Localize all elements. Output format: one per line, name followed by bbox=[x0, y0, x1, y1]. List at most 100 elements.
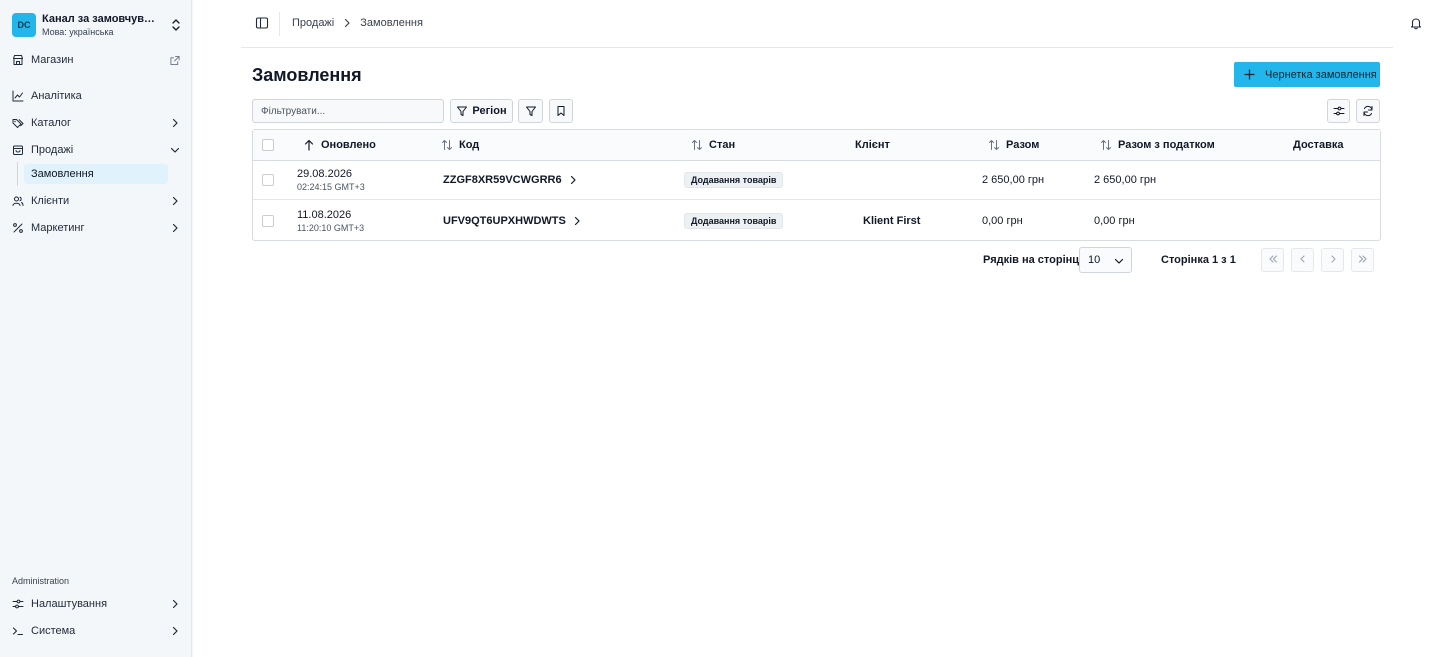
tags-icon bbox=[12, 117, 24, 129]
row-checkbox[interactable] bbox=[262, 174, 274, 186]
page-title: Замовлення bbox=[252, 65, 362, 85]
column-label: Разом з податком bbox=[1118, 139, 1215, 151]
settings-sliders-icon bbox=[12, 598, 24, 610]
filter-input[interactable] bbox=[252, 99, 444, 123]
chevron-right-icon bbox=[343, 18, 351, 28]
subnav-divider bbox=[17, 162, 18, 186]
chevron-right-icon bbox=[170, 626, 180, 636]
sidebar-item-label: Магазин bbox=[31, 54, 74, 66]
total-tax-cell: 0,00 грн bbox=[1094, 214, 1135, 227]
table-row[interactable]: 29.08.2026 02:24:15 GMT+3 ZZGF8XR59VCWGR… bbox=[253, 161, 1380, 200]
previous-page-button[interactable] bbox=[1291, 248, 1314, 272]
chevron-right-icon bbox=[170, 118, 180, 128]
chevron-left-icon bbox=[1298, 254, 1308, 267]
region-filter-label: Регіон bbox=[472, 105, 507, 117]
orders-table: Оновлено Код Стан Клієнт Разом Разом з п… bbox=[252, 129, 1381, 241]
bell-icon[interactable] bbox=[1409, 16, 1423, 30]
select-all-checkbox[interactable] bbox=[262, 139, 274, 151]
chevron-right-icon bbox=[568, 175, 578, 185]
refresh-button[interactable] bbox=[1356, 99, 1380, 123]
column-label: Оновлено bbox=[321, 139, 376, 151]
filter-icon bbox=[525, 105, 537, 117]
external-link-icon bbox=[170, 55, 180, 65]
sidebar-item-sales[interactable]: Продажі bbox=[12, 140, 180, 160]
chevron-down-icon bbox=[1114, 256, 1124, 266]
filter-icon bbox=[456, 105, 468, 117]
draft-order-label: Чернетка замовлення bbox=[1265, 68, 1377, 81]
column-total[interactable]: Разом bbox=[988, 130, 1039, 160]
channel-switcher[interactable]: DC Канал за замовчуван... Мова: українсь… bbox=[12, 12, 182, 38]
select-all-cell bbox=[262, 130, 274, 160]
customer-cell[interactable]: Klient First bbox=[863, 201, 920, 240]
region-filter-button[interactable]: Регіон bbox=[450, 99, 513, 123]
top-bar: Продажі Замовлення bbox=[241, 0, 1422, 48]
chevrons-right-icon bbox=[1358, 254, 1368, 267]
rows-per-page-select[interactable]: 10 bbox=[1079, 247, 1132, 273]
breadcrumb: Продажі Замовлення bbox=[292, 17, 423, 29]
column-updated[interactable]: Оновлено bbox=[303, 130, 376, 160]
channel-avatar: DC bbox=[12, 13, 36, 37]
sidebar-item-label: Продажі bbox=[31, 144, 74, 156]
sidebar-item-label: Маркетинг bbox=[31, 222, 85, 234]
column-label: Стан bbox=[709, 139, 736, 151]
column-total-with-tax[interactable]: Разом з податком bbox=[1100, 130, 1215, 160]
sidebar: DC Канал за замовчуван... Мова: українсь… bbox=[0, 0, 192, 657]
order-code[interactable]: ZZGF8XR59VCWGRR6 bbox=[443, 174, 562, 186]
sidebar-item-catalog[interactable]: Каталог bbox=[12, 113, 180, 133]
column-settings-button[interactable] bbox=[1327, 99, 1350, 123]
sidebar-item-customers[interactable]: Клієнти bbox=[12, 191, 180, 211]
column-label: Клієнт bbox=[855, 139, 890, 151]
sort-arrows-icon bbox=[1100, 139, 1112, 151]
last-page-button[interactable] bbox=[1351, 248, 1374, 272]
first-page-button[interactable] bbox=[1261, 248, 1284, 272]
chevron-right-icon bbox=[170, 223, 180, 233]
column-code[interactable]: Код bbox=[441, 130, 479, 160]
row-checkbox[interactable] bbox=[262, 214, 274, 227]
column-label: Разом bbox=[1006, 139, 1040, 151]
sidebar-item-system[interactable]: Система bbox=[12, 621, 180, 641]
arrow-up-icon bbox=[303, 139, 315, 151]
updated-time: 02:24:15 GMT+3 bbox=[297, 182, 365, 192]
order-code[interactable]: UFV9QT6UPXHWDWTS bbox=[443, 215, 566, 227]
table-header: Оновлено Код Стан Клієнт Разом Разом з п… bbox=[253, 130, 1380, 161]
chevrons-up-down-icon bbox=[170, 18, 182, 32]
channel-language: Мова: українська bbox=[42, 26, 114, 37]
state-cell: Додавання товарів bbox=[684, 161, 784, 199]
saved-views-button[interactable] bbox=[549, 99, 573, 123]
draft-order-button[interactable]: Чернетка замовлення bbox=[1234, 62, 1380, 87]
sort-arrows-icon bbox=[691, 139, 703, 151]
sidebar-item-orders[interactable]: Замовлення bbox=[24, 164, 168, 184]
page-info: Сторінка 1 з 1 bbox=[1161, 254, 1236, 266]
column-label: Код bbox=[459, 139, 480, 151]
code-cell[interactable]: UFV9QT6UPXHWDWTS bbox=[443, 201, 582, 240]
percent-icon bbox=[12, 222, 24, 234]
column-state[interactable]: Стан bbox=[691, 130, 735, 160]
chevron-down-icon bbox=[170, 145, 180, 155]
updated-time: 11:20:10 GMT+3 bbox=[297, 222, 365, 233]
state-cell: Додавання товарів bbox=[684, 201, 784, 240]
bookmark-icon bbox=[555, 105, 567, 117]
chevron-right-icon bbox=[170, 599, 180, 609]
total-tax-cell: 2 650,00 грн bbox=[1094, 174, 1157, 186]
code-cell[interactable]: ZZGF8XR59VCWGRR6 bbox=[443, 161, 578, 199]
sidebar-item-analytics[interactable]: Аналітика bbox=[12, 86, 180, 106]
breadcrumb-sales[interactable]: Продажі bbox=[292, 17, 334, 29]
main-content: Продажі Замовлення Замовлення Чернетка з… bbox=[193, 0, 1440, 657]
chevron-right-icon bbox=[170, 196, 180, 206]
add-filter-button[interactable] bbox=[518, 99, 543, 123]
sidebar-toggle-icon[interactable] bbox=[255, 16, 269, 30]
sidebar-item-marketing[interactable]: Маркетинг bbox=[12, 218, 180, 238]
sidebar-item-label: Система bbox=[31, 625, 76, 637]
sidebar-item-store[interactable]: Магазин bbox=[12, 50, 180, 70]
settings-sliders-icon bbox=[1333, 105, 1345, 117]
table-row[interactable]: 11.08.2026 11:20:10 GMT+3 UFV9QT6UPXHWDW… bbox=[253, 201, 1380, 240]
row-select-cell bbox=[262, 161, 274, 199]
updated-cell: 11.08.2026 11:20:10 GMT+3 bbox=[297, 201, 364, 240]
store-icon bbox=[12, 54, 24, 66]
sidebar-item-settings[interactable]: Налаштування bbox=[12, 594, 180, 614]
next-page-button[interactable] bbox=[1321, 248, 1344, 272]
chevron-right-icon bbox=[1328, 254, 1338, 267]
rows-per-page-value: 10 bbox=[1088, 254, 1101, 266]
status-badge: Додавання товарів bbox=[684, 212, 784, 229]
total-cell: 0,00 грн bbox=[982, 214, 1023, 227]
